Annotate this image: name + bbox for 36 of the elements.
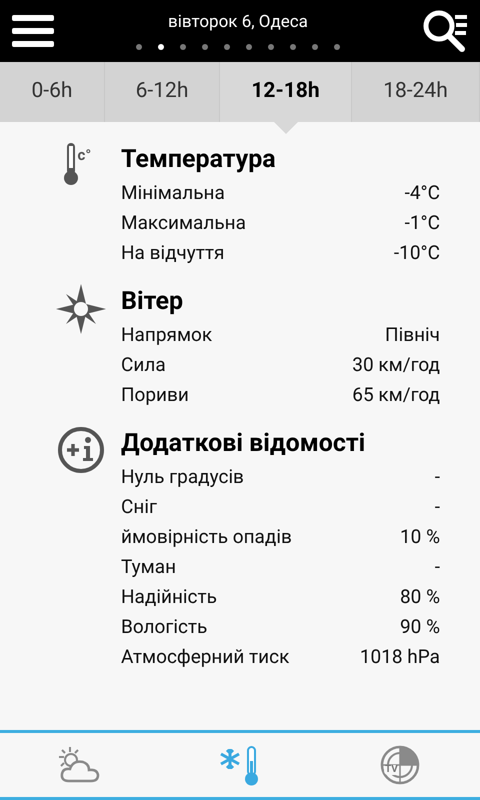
info-plus-icon: [56, 426, 104, 474]
row-value: -10°C: [394, 240, 440, 266]
row-value: Північ: [385, 322, 440, 348]
row-label: На відчуття: [121, 240, 224, 266]
radar-icon[interactable]: TV: [380, 745, 420, 785]
row-label: Вологість: [121, 614, 208, 640]
header-title: вівторок 6, Одеса: [168, 12, 308, 34]
row-value: 90 %: [400, 614, 440, 640]
row-label: Нуль градусів: [121, 464, 244, 490]
row-value: -: [434, 464, 440, 490]
row-value: -: [434, 494, 440, 520]
section-title: Температура: [121, 144, 277, 176]
row-label: Пориви: [121, 382, 189, 408]
row-value: 65 км/год: [352, 382, 440, 408]
row-label: ймовірність опадів: [121, 524, 292, 550]
row-label: Атмосферний тиск: [121, 644, 290, 670]
compass-icon: [56, 284, 106, 334]
row-value: -4°C: [404, 180, 440, 206]
selection-pointer: [274, 122, 298, 134]
row-label: Сніг: [121, 494, 157, 520]
section-title: Вітер: [121, 286, 184, 318]
row-value: 80 %: [400, 584, 440, 610]
search-icon[interactable]: [422, 8, 468, 54]
row-value: 1018 hPa: [360, 644, 440, 670]
row-label: Сила: [121, 352, 166, 378]
row-value: -1°C: [404, 210, 440, 236]
row-label: Напрямок: [121, 322, 212, 348]
row-label: Туман: [121, 554, 176, 580]
menu-icon[interactable]: [12, 14, 54, 48]
row-label: Максимальна: [121, 210, 246, 236]
section-title: Додаткові відомості: [121, 428, 366, 460]
row-value: -: [434, 554, 440, 580]
row-label: Мінімальна: [121, 180, 225, 206]
row-value: 10 %: [400, 524, 440, 550]
row-value: 30 км/год: [352, 352, 440, 378]
row-label: Надійність: [121, 584, 217, 610]
